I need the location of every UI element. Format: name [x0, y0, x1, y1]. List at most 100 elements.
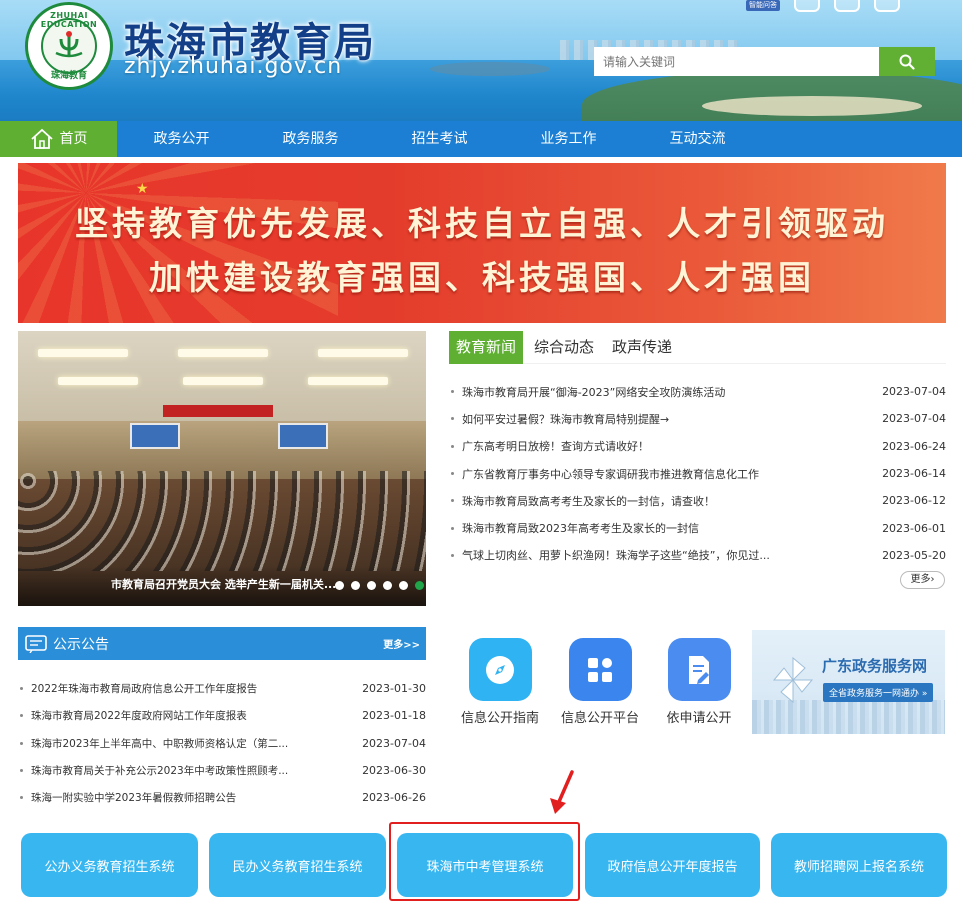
search-button[interactable]	[879, 47, 935, 76]
notice-header: 公示公告 更多>>	[18, 627, 426, 660]
bullet-icon	[451, 526, 454, 530]
bullet-icon	[20, 714, 23, 718]
private-compulsory-enrollment-button[interactable]: 民办义务教育招生系统	[209, 833, 386, 897]
header-island	[430, 62, 550, 76]
nav-item-gov-affairs-open[interactable]: 政务公开	[117, 121, 246, 157]
notice-title: 珠海市2023年上半年高中、中职教师资格认定（第二...	[31, 737, 289, 750]
notice-title: 珠海市教育局2022年度政府网站工作年度报表	[31, 710, 247, 723]
news-item[interactable]: 如何平安过暑假？珠海市教育局特别提醒→ 2023-07-04	[449, 405, 946, 432]
notice-date: 2023-01-18	[362, 709, 426, 723]
notice-title: 公示公告	[53, 636, 109, 653]
public-compulsory-enrollment-button[interactable]: 公办义务教育招生系统	[21, 833, 198, 897]
notice-item[interactable]: 珠海市教育局关于补充公示2023年中考政策性照顾考... 2023-06-30	[18, 757, 426, 784]
document-edit-icon	[667, 638, 731, 701]
notice-title: 珠海一附实验中学2023年暑假教师招聘公告	[31, 792, 237, 805]
ceiling-light	[183, 377, 263, 385]
site-header: ZHUHAI EDUCATION 珠海教育 珠海市教育局 zhjy.zhuhai…	[0, 0, 962, 121]
news-more-button[interactable]: 更多›	[900, 571, 945, 589]
slogan-banner[interactable]: ★ 坚持教育优先发展、科技自立自强、人才引领驱动 加快建设教育强国、科技强国、人…	[18, 163, 946, 323]
notice-item[interactable]: 珠海市2023年上半年高中、中职教师资格认定（第二... 2023-07-04	[18, 730, 426, 757]
bullet-icon	[451, 499, 454, 503]
slider-dot[interactable]	[383, 581, 392, 590]
red-arrow-icon	[550, 770, 574, 814]
slider-dot[interactable]	[351, 581, 360, 590]
tab-education-news[interactable]: 教育新闻	[449, 331, 524, 364]
bullet-icon	[20, 741, 23, 745]
weibo-icon[interactable]	[794, 0, 820, 12]
notice-list: 2022年珠海市教育局政府信息公开工作年度报告 2023-01-30 珠海市教育局…	[18, 675, 426, 811]
notice-more-link[interactable]: 更多>>	[383, 636, 420, 651]
site-domain: zhjy.zhuhai.gov.cn	[124, 54, 343, 79]
tab-general-updates[interactable]: 综合动态	[527, 331, 601, 364]
search-input[interactable]	[594, 47, 879, 76]
quick-link-label: 依申请公开	[666, 711, 732, 726]
header-beach	[702, 96, 922, 116]
notice-item[interactable]: 2022年珠海市教育局政府信息公开工作年度报告 2023-01-30	[18, 675, 426, 702]
site-logo[interactable]: ZHUHAI EDUCATION 珠海教育	[25, 2, 113, 90]
wechat-icon[interactable]	[834, 0, 860, 12]
tab-policy-voice[interactable]: 政声传递	[605, 331, 679, 364]
nav-item-home[interactable]: 首页	[0, 121, 117, 157]
portal-title: 广东政务服务网	[822, 657, 928, 675]
quick-link-info-platform[interactable]: 信息公开平台	[550, 638, 650, 726]
notice-title: 2022年珠海市教育局政府信息公开工作年度报告	[31, 683, 258, 696]
slider-dot[interactable]	[399, 581, 408, 590]
ceiling-light	[308, 377, 388, 385]
home-icon	[30, 128, 53, 149]
ceiling-light	[178, 349, 268, 357]
photo-slider[interactable]: 市教育局召开党员大会 选举产生新一届机关...	[18, 331, 426, 606]
notice-item[interactable]: 珠海一附实验中学2023年暑假教师招聘公告 2023-06-26	[18, 784, 426, 811]
compass-icon	[468, 638, 532, 701]
news-item[interactable]: 广东省教育厅事务中心领导专家调研我市推进教育信息化工作 2023-06-14	[449, 460, 946, 487]
news-item[interactable]: 珠海市教育局致高考考生及家长的一封信，请查收！ 2023-06-12	[449, 487, 946, 514]
slider-dot[interactable]	[335, 581, 344, 590]
gov-info-annual-report-button[interactable]: 政府信息公开年度报告	[585, 833, 760, 897]
news-title: 珠海市教育局致高考考生及家长的一封信，请查收！	[462, 494, 715, 508]
news-title: 广东高考明日放榜！查询方式请收好！	[462, 440, 649, 454]
news-item[interactable]: 广东高考明日放榜！查询方式请收好！ 2023-06-24	[449, 433, 946, 460]
quick-link-label: 信息公开指南	[460, 711, 539, 726]
nav-item-gov-services[interactable]: 政务服务	[246, 121, 375, 157]
news-title: 珠海市教育局开展“御海-2023”网络安全攻防演练活动	[462, 385, 726, 399]
news-item[interactable]: 气球上切肉丝、用萝卜织渔网！珠海学子这些“绝技”，你见过... 2023-05-2…	[449, 542, 946, 569]
ceiling-light	[318, 349, 408, 357]
news-title: 广东省教育厅事务中心领导专家调研我市推进教育信息化工作	[462, 467, 759, 481]
bullet-icon	[20, 796, 23, 800]
zhongkao-management-button[interactable]: 珠海市中考管理系统	[397, 833, 573, 897]
quick-link-info-guide[interactable]: 信息公开指南	[450, 638, 550, 726]
pinwheel-icon	[772, 656, 814, 704]
slide-caption[interactable]: 市教育局召开党员大会 选举产生新一届机关...	[111, 576, 349, 592]
news-date: 2023-06-14	[882, 467, 946, 481]
notice-date: 2023-01-30	[362, 682, 426, 696]
accessibility-icon[interactable]	[874, 0, 900, 12]
news-date: 2023-05-20	[882, 548, 946, 562]
guangdong-gov-service-portal[interactable]: 广东政务服务网 全省政务服务一网通办 »	[752, 630, 945, 734]
nav-item-business-work[interactable]: 业务工作	[504, 121, 633, 157]
notice-item[interactable]: 珠海市教育局2022年度政府网站工作年度报表 2023-01-18	[18, 702, 426, 729]
news-item[interactable]: 珠海市教育局致2023年高考考生及家长的一封信 2023-06-01	[449, 514, 946, 541]
notice-title: 珠海市教育局关于补充公示2023年中考政策性照顾考...	[31, 765, 289, 778]
smart-qa-button[interactable]: 智能问答	[746, 0, 780, 11]
bullet-icon	[451, 417, 454, 421]
grid-apps-icon	[568, 638, 632, 701]
notice-date: 2023-06-26	[362, 791, 426, 805]
logo-ring-top: ZHUHAI EDUCATION	[40, 11, 98, 29]
news-item[interactable]: 珠海市教育局开展“御海-2023”网络安全攻防演练活动 2023-07-04	[449, 378, 946, 405]
stage-banner	[163, 405, 273, 417]
news-date: 2023-06-24	[882, 439, 946, 453]
teacher-recruitment-signup-button[interactable]: 教师招聘网上报名系统	[771, 833, 947, 897]
banner-line-2: 加快建设教育强国、科技强国、人才强国	[149, 258, 815, 297]
projection-screen	[130, 423, 180, 449]
quick-link-apply-disclosure[interactable]: 依申请公开	[649, 638, 749, 726]
slider-dot[interactable]	[367, 581, 376, 590]
bullet-icon	[451, 390, 454, 394]
news-title: 珠海市教育局致2023年高考考生及家长的一封信	[462, 522, 699, 536]
slider-dots	[335, 581, 424, 590]
nav-item-enrollment-exams[interactable]: 招生考试	[375, 121, 504, 157]
ceiling-light	[58, 377, 138, 385]
slider-dot-active[interactable]	[415, 581, 424, 590]
bullet-icon	[20, 687, 23, 691]
nav-item-interaction[interactable]: 互动交流	[633, 121, 762, 157]
quick-link-label: 信息公开平台	[560, 711, 639, 726]
notice-date: 2023-06-30	[362, 764, 426, 778]
